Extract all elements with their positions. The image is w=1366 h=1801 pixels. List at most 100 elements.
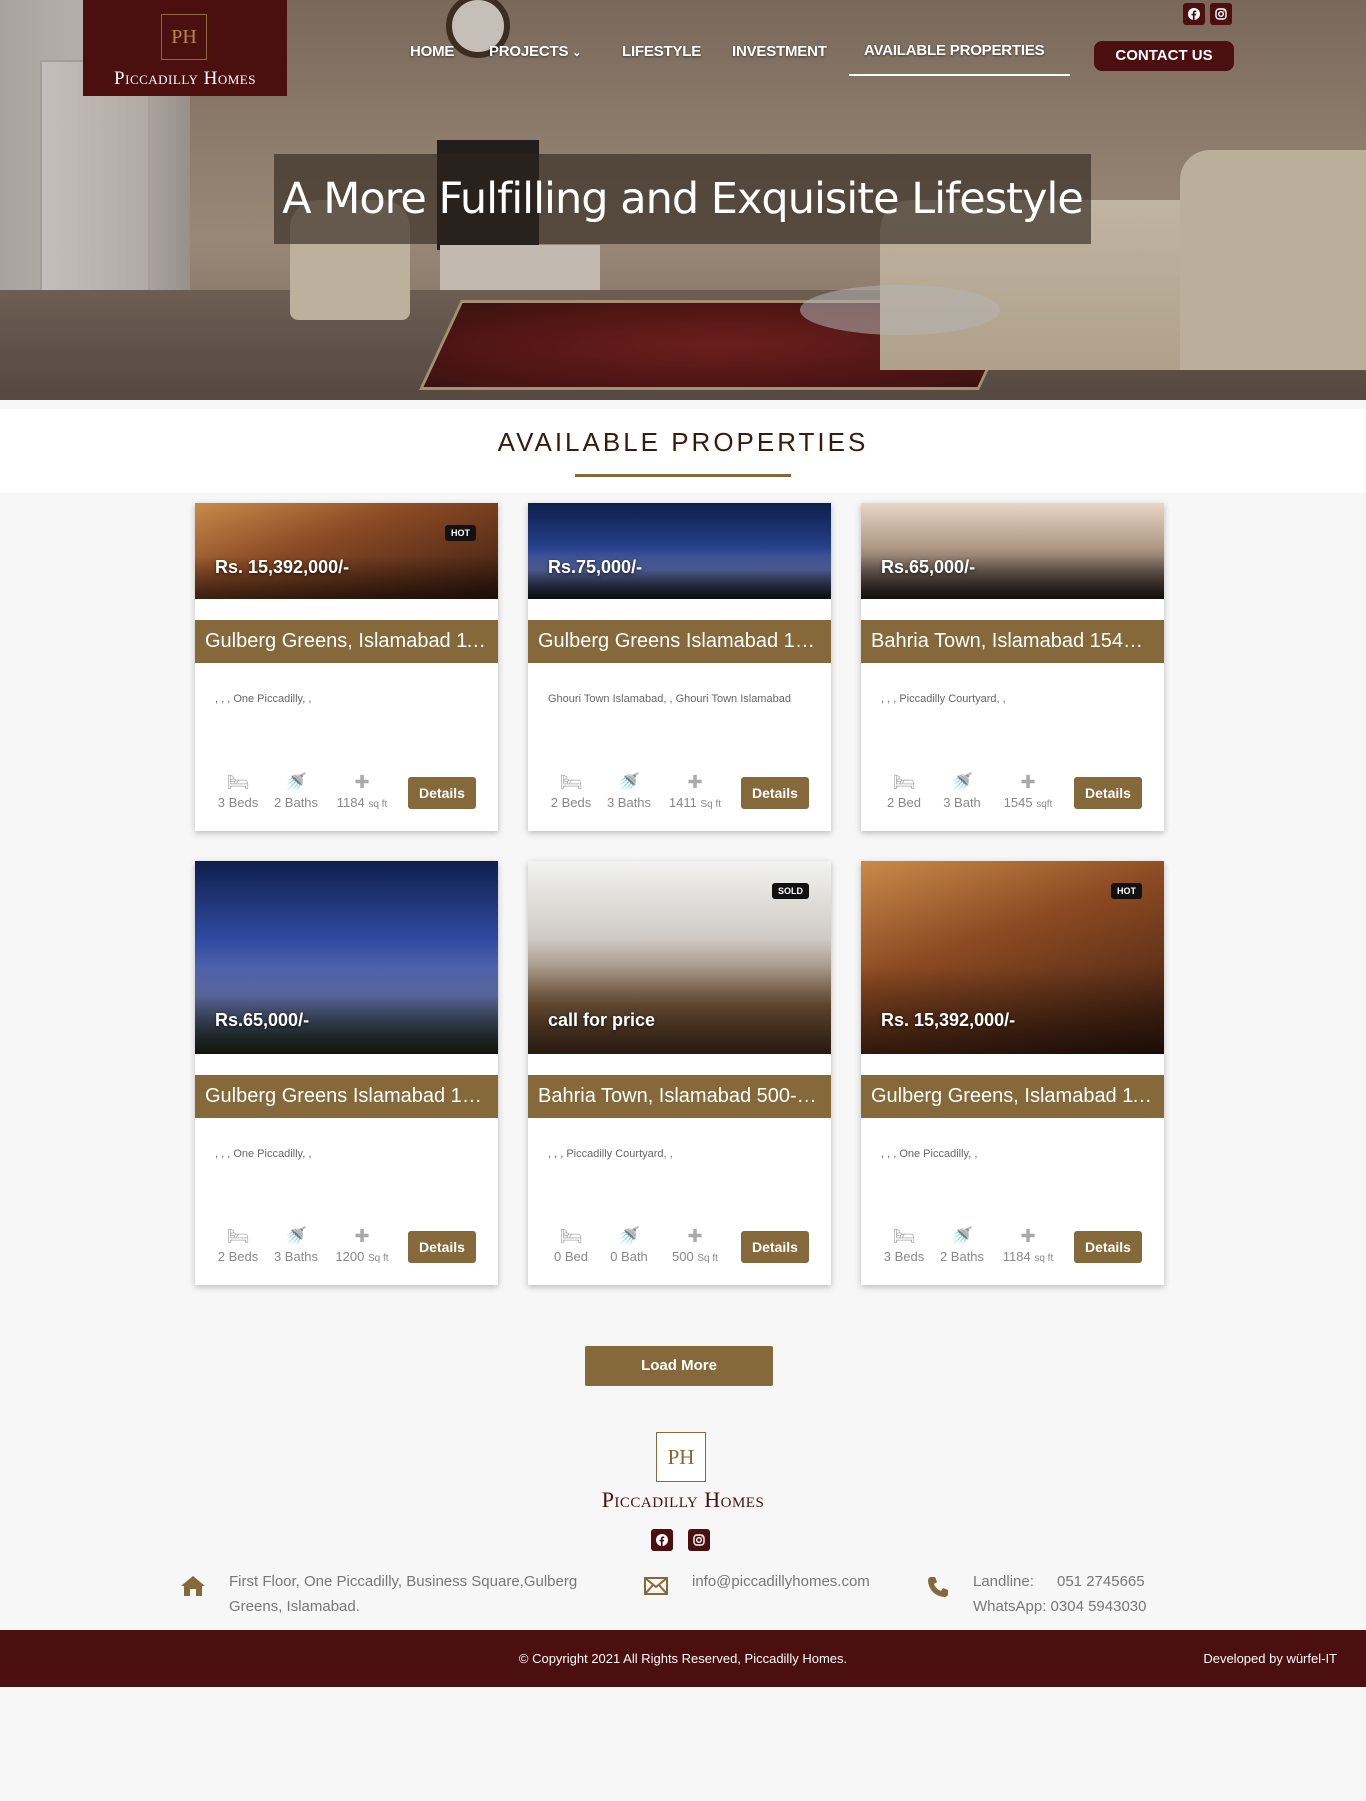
nav-lifestyle[interactable]: LIFESTYLE: [622, 43, 701, 60]
area-icon: ✚: [354, 1226, 370, 1246]
property-area-value: 1184: [336, 795, 365, 810]
developed-by[interactable]: Developed by würfel-IT: [1203, 1630, 1337, 1687]
property-baths: 🚿 3 Bath: [933, 769, 991, 810]
home-icon: [179, 1574, 207, 1605]
property-area-unit: sqft: [1036, 799, 1053, 810]
details-button[interactable]: Details: [408, 1231, 476, 1263]
property-address: , , , One Piccadilly, ,: [215, 1148, 312, 1160]
footer-landline-label: Landline:: [973, 1573, 1034, 1590]
facebook-icon[interactable]: [1183, 3, 1205, 25]
property-baths-label: 2 Baths: [273, 795, 319, 810]
property-area-value: 500: [672, 1249, 694, 1264]
section-header: AVAILABLE PROPERTIES: [0, 409, 1366, 493]
property-area: ✚ 1411 Sq ft: [660, 769, 730, 810]
nav-projects-label: PROJECTS: [489, 43, 569, 60]
property-baths: 🚿 2 Baths: [933, 1223, 991, 1264]
property-baths-label: 3 Baths: [273, 1249, 319, 1264]
property-price: call for price: [548, 1010, 656, 1030]
property-area-unit: sq ft: [368, 799, 388, 810]
footer-email[interactable]: info@piccadillyhomes.com: [692, 1569, 870, 1594]
property-baths: 🚿 0 Bath: [600, 1223, 658, 1264]
bed-icon: 🛏: [892, 1226, 916, 1246]
property-card[interactable]: Rs.65,000/- Gulberg Greens Islamabad 1200…: [195, 861, 498, 1285]
shower-icon: 🚿: [950, 1226, 974, 1246]
shower-icon: 🚿: [284, 1226, 308, 1246]
property-address: , , , One Piccadilly, ,: [881, 1148, 978, 1160]
property-card[interactable]: Rs.75,000/- Gulberg Greens Islamabad 1411…: [528, 503, 831, 831]
property-title[interactable]: Gulberg Greens Islamabad 1200 Sq ft: [195, 1075, 498, 1118]
shower-icon: 🚿: [284, 772, 308, 792]
shower-icon: 🚿: [617, 1226, 641, 1246]
area-icon: ✚: [687, 772, 703, 792]
footer-whatsapp[interactable]: 0304 5943030: [1051, 1598, 1147, 1615]
nav-projects[interactable]: PROJECTS ⌄: [489, 43, 581, 60]
contact-us-button[interactable]: CONTACT US: [1094, 41, 1234, 71]
shower-icon: 🚿: [950, 772, 974, 792]
copyright-bar: © Copyright 2021 All Rights Reserved, Pi…: [0, 1630, 1366, 1687]
property-baths: 🚿 3 Baths: [600, 769, 658, 810]
shower-icon: 🚿: [617, 772, 641, 792]
property-beds: 🛏 3 Beds: [879, 1223, 929, 1264]
footer-facebook-icon[interactable]: [651, 1529, 673, 1551]
property-price: Rs.75,000/-: [548, 557, 643, 577]
property-area: ✚ 1200 Sq ft: [327, 1223, 397, 1264]
nav-investment[interactable]: INVESTMENT: [732, 43, 827, 60]
property-image-shade: [528, 503, 831, 599]
section-title: AVAILABLE PROPERTIES: [497, 427, 869, 457]
details-button[interactable]: Details: [1074, 1231, 1142, 1263]
property-title[interactable]: Gulberg Greens Islamabad 1411 Sq ft: [528, 620, 831, 663]
area-icon: ✚: [1020, 772, 1036, 792]
property-area-unit: Sq ft: [700, 799, 722, 810]
nav-home[interactable]: HOME: [410, 43, 454, 60]
bed-icon: 🛏: [892, 772, 916, 792]
property-title[interactable]: Gulberg Greens, Islamabad 1184 sq ft: [861, 1075, 1164, 1118]
bed-icon: 🛏: [226, 772, 250, 792]
property-beds: 🛏 0 Bed: [546, 1223, 596, 1264]
footer-instagram-icon[interactable]: [688, 1529, 710, 1551]
nav-available-properties[interactable]: AVAILABLE PROPERTIES: [864, 42, 1045, 59]
details-button[interactable]: Details: [1074, 777, 1142, 809]
property-beds-label: 2 Beds: [550, 795, 592, 810]
property-image-shade: [861, 503, 1164, 599]
property-beds-label: 2 Bed: [887, 795, 921, 810]
load-more-button[interactable]: Load More: [585, 1346, 773, 1386]
property-badge: HOT: [1111, 883, 1142, 899]
instagram-icon[interactable]: [1210, 3, 1232, 25]
footer-whatsapp-row: WhatsApp: 0304 5943030: [973, 1594, 1146, 1619]
hero-banner: PH Piccadilly Homes HOME PROJECTS ⌄ LIFES…: [0, 0, 1366, 400]
footer-landline[interactable]: 051 2745665: [1057, 1573, 1145, 1590]
property-area-value: 1200: [335, 1249, 365, 1264]
property-area: ✚ 1184 sq ft: [993, 1223, 1063, 1264]
property-price: Rs.65,000/-: [215, 1010, 310, 1030]
property-card[interactable]: Rs. 15,392,000/- HOT Gulberg Greens, Islam…: [861, 861, 1164, 1285]
property-price: Rs.65,000/-: [881, 557, 976, 577]
copyright-text: © Copyright 2021 All Rights Reserved, Pi…: [518, 1651, 848, 1666]
property-area-value: 1411: [668, 795, 697, 810]
chevron-down-icon: ⌄: [572, 47, 582, 59]
site-logo[interactable]: PH Piccadilly Homes: [83, 0, 287, 96]
property-area-unit: sq ft: [1034, 1253, 1054, 1264]
property-area-unit: Sq ft: [367, 1253, 389, 1264]
details-button[interactable]: Details: [408, 777, 476, 809]
bed-icon: 🛏: [226, 1226, 250, 1246]
property-area: ✚ 500 Sq ft: [660, 1223, 730, 1264]
property-title[interactable]: Bahria Town, Islamabad 1545 sqft: [861, 620, 1164, 663]
property-card[interactable]: Rs.65,000/- Bahria Town, Islamabad 1545 s…: [861, 503, 1164, 831]
property-title[interactable]: Bahria Town, Islamabad 500-Sq ft: [528, 1075, 831, 1118]
property-card[interactable]: Rs. 15,392,000/- HOT Gulberg Greens, Islam…: [195, 503, 498, 831]
property-area: ✚ 1545 sqft: [993, 769, 1063, 810]
property-beds-label: 3 Beds: [217, 795, 259, 810]
property-price: Rs. 15,392,000/-: [215, 557, 350, 577]
area-icon: ✚: [1020, 1226, 1036, 1246]
property-title[interactable]: Gulberg Greens, Islamabad 1184 Sq ft: [195, 620, 498, 663]
details-button[interactable]: Details: [741, 777, 809, 809]
property-baths-label: 3 Bath: [943, 795, 981, 810]
details-button[interactable]: Details: [741, 1231, 809, 1263]
property-beds: 🛏 2 Beds: [546, 769, 596, 810]
footer-logo-monogram[interactable]: PH: [656, 1432, 706, 1482]
footer-whatsapp-label: WhatsApp:: [973, 1598, 1047, 1615]
property-baths-label: 2 Baths: [939, 1249, 985, 1264]
hero-title: A More Fulfilling and Exquisite Lifestyl…: [282, 174, 1084, 224]
property-card[interactable]: call for price SOLD Bahria Town, Islamabad…: [528, 861, 831, 1285]
property-baths: 🚿 3 Baths: [267, 1223, 325, 1264]
